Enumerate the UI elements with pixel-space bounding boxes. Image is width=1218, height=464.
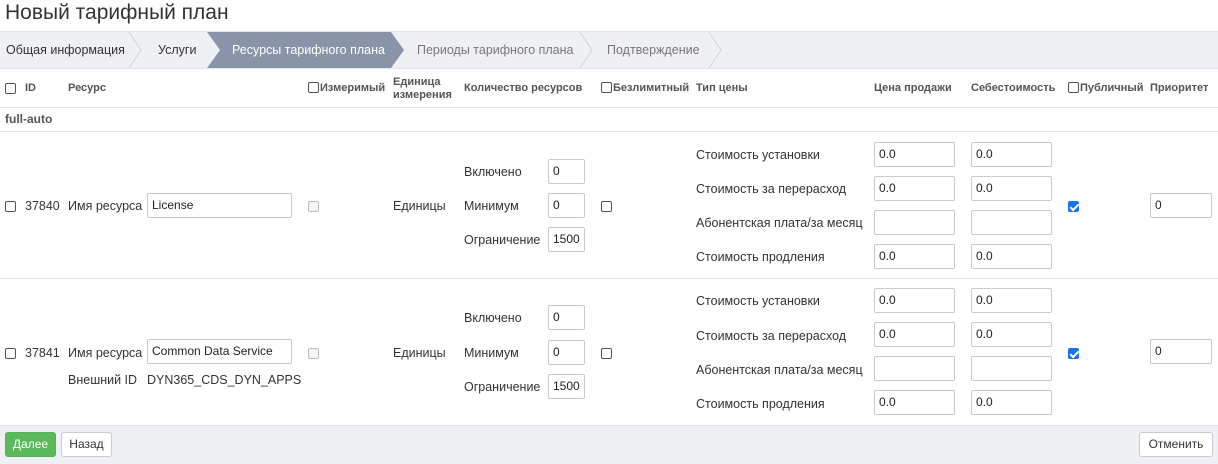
public-all-checkbox[interactable] — [1068, 82, 1079, 93]
column-header-resource: Ресурс — [68, 82, 106, 94]
measurable-checkbox — [308, 348, 319, 359]
cost-input[interactable] — [971, 356, 1052, 381]
sale-price-input[interactable]: 0.0 — [874, 176, 955, 201]
cost-input[interactable]: 0.0 — [971, 142, 1052, 167]
measurable-all-checkbox[interactable] — [308, 82, 319, 93]
column-header-cost: Себестоимость — [971, 82, 1056, 94]
step-plan-resources[interactable]: Ресурсы тарифного плана — [232, 32, 385, 68]
included-input[interactable]: 0 — [548, 159, 585, 184]
column-header-priority: Приоритет — [1150, 82, 1209, 94]
group-name: full-auto — [5, 112, 53, 126]
resource-name-input[interactable]: Common Data Service — [147, 339, 292, 364]
priority-input[interactable]: 0 — [1150, 193, 1212, 218]
column-header-public: Публичный — [1080, 82, 1144, 94]
minimum-label: Минимум — [464, 199, 519, 213]
public-checkbox[interactable] — [1068, 201, 1079, 212]
price-type-label: Стоимость продления — [696, 397, 825, 411]
included-label: Включено — [464, 311, 522, 325]
public-checkbox[interactable] — [1068, 348, 1079, 359]
page-title: Новый тарифный план — [5, 1, 229, 24]
column-header-measurable: Измеримый — [320, 82, 386, 94]
row-select-checkbox[interactable] — [5, 348, 16, 359]
resource-name-input[interactable]: License — [147, 193, 292, 218]
column-header-id: ID — [25, 82, 36, 94]
sale-price-input[interactable] — [874, 356, 955, 381]
external-id-label: Внешний ID — [68, 373, 138, 387]
limit-label: Ограничение — [464, 380, 541, 394]
sale-price-input[interactable]: 0.0 — [874, 244, 955, 269]
priority-input[interactable]: 0 — [1150, 339, 1212, 364]
chevron-right-icon — [579, 32, 593, 68]
column-header-quantity: Количество ресурсов — [464, 82, 583, 94]
unlimited-checkbox[interactable] — [601, 348, 612, 359]
limit-label: Ограничение — [464, 233, 541, 247]
sale-price-input[interactable]: 0.0 — [874, 142, 955, 167]
cost-input[interactable]: 0.0 — [971, 244, 1052, 269]
select-all-checkbox[interactable] — [5, 83, 16, 94]
cost-input[interactable] — [971, 210, 1052, 235]
minimum-input[interactable]: 0 — [548, 340, 585, 365]
step-plan-periods[interactable]: Периоды тарифного плана — [417, 32, 574, 68]
wizard-steps: Общая информация Услуги Ресурсы тарифног… — [0, 31, 1218, 69]
column-header-price-type: Тип цены — [696, 82, 748, 94]
included-input[interactable]: 0 — [548, 305, 585, 330]
unlimited-all-checkbox[interactable] — [601, 82, 612, 93]
column-header-unit-line1: Единица — [393, 76, 441, 88]
chevron-right-icon — [708, 32, 722, 68]
next-button[interactable]: Далее — [5, 432, 56, 457]
price-type-label: Стоимость установки — [696, 294, 820, 308]
step-services[interactable]: Услуги — [158, 32, 196, 68]
price-type-label: Абонентская плата/за месяц — [696, 363, 863, 377]
minimum-input[interactable]: 0 — [548, 193, 585, 218]
included-label: Включено — [464, 165, 522, 179]
price-type-label: Абонентская плата/за месяц — [696, 216, 863, 230]
price-type-label: Стоимость установки — [696, 148, 820, 162]
cost-input[interactable]: 0.0 — [971, 288, 1052, 313]
step-confirmation[interactable]: Подтверждение — [607, 32, 700, 68]
limit-input[interactable]: 1500 — [548, 374, 585, 399]
cost-input[interactable]: 0.0 — [971, 322, 1052, 347]
unlimited-checkbox[interactable] — [601, 201, 612, 212]
unit-value: Единицы — [393, 346, 446, 360]
resource-name-label: Имя ресурса — [68, 199, 143, 213]
column-header-unit-line2: измерения — [393, 89, 452, 101]
limit-input[interactable]: 1500 — [548, 227, 585, 252]
cost-input[interactable]: 0.0 — [971, 390, 1052, 415]
sale-price-input[interactable]: 0.0 — [874, 390, 955, 415]
resource-name-label: Имя ресурса — [68, 346, 143, 360]
step-general-info[interactable]: Общая информация — [6, 32, 125, 68]
sale-price-input[interactable]: 0.0 — [874, 322, 955, 347]
row-id: 37840 — [25, 199, 60, 213]
cost-input[interactable]: 0.0 — [971, 176, 1052, 201]
unit-value: Единицы — [393, 199, 446, 213]
divider — [0, 131, 1218, 132]
chevron-right-icon — [128, 32, 142, 68]
sale-price-input[interactable]: 0.0 — [874, 288, 955, 313]
price-type-label: Стоимость продления — [696, 250, 825, 264]
footer-bar: Далее Назад Отменить — [0, 425, 1218, 464]
sale-price-input[interactable] — [874, 210, 955, 235]
price-type-label: Стоимость за перерасход — [696, 182, 847, 196]
external-id-value: DYN365_CDS_DYN_APPS — [147, 373, 302, 387]
price-type-label: Стоимость за перерасход — [696, 329, 847, 343]
minimum-label: Минимум — [464, 346, 519, 360]
column-header-sale-price: Цена продажи — [874, 82, 952, 94]
divider — [0, 107, 1218, 108]
row-select-checkbox[interactable] — [5, 201, 16, 212]
row-id: 37841 — [25, 346, 60, 360]
divider — [0, 278, 1218, 279]
column-header-unlimited: Безлимитный — [613, 82, 690, 94]
measurable-checkbox — [308, 201, 319, 212]
cancel-button[interactable]: Отменить — [1139, 432, 1213, 457]
back-button[interactable]: Назад — [61, 432, 112, 457]
